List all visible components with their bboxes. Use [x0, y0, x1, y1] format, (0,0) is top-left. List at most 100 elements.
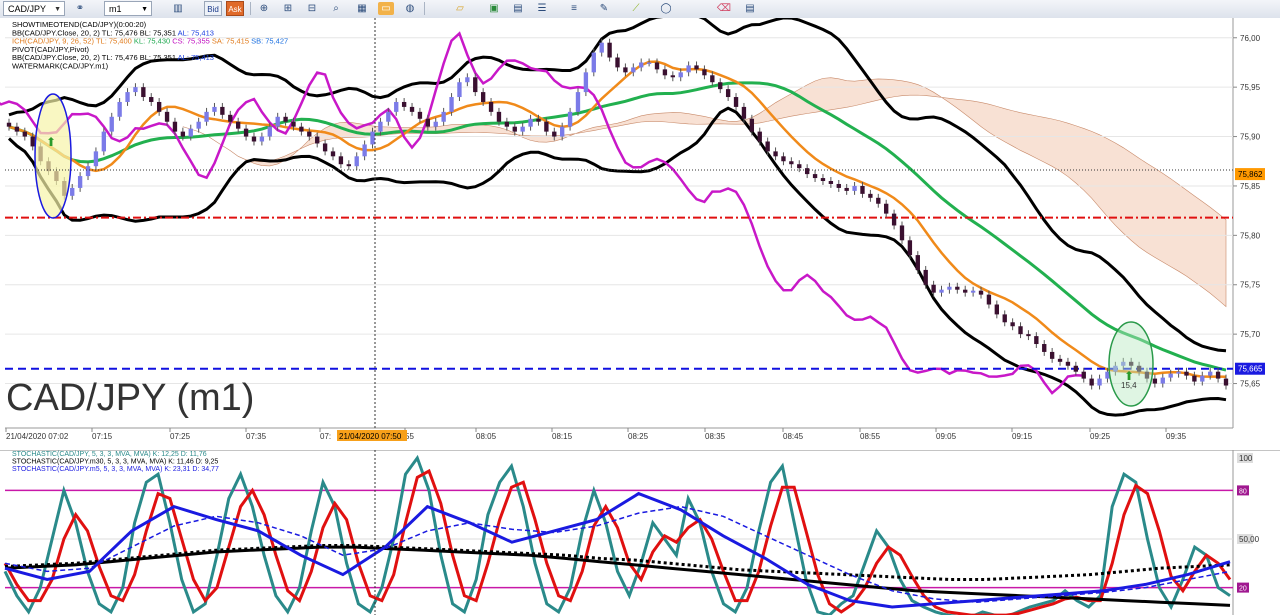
template-icon[interactable]: ▤ [510, 2, 526, 15]
candle [125, 92, 130, 102]
price-tick-label: 75,75 [1240, 281, 1261, 290]
candle [346, 164, 351, 167]
candle [149, 97, 154, 102]
candle [457, 82, 462, 98]
shape-icon[interactable]: ◯ [658, 2, 674, 15]
picture-icon[interactable]: ▣ [486, 2, 502, 15]
trendline-icon[interactable]: ⟋ [628, 2, 644, 15]
price-tick-label: 75,85 [1240, 182, 1261, 191]
toolbar-divider [250, 2, 251, 15]
lines-menu-icon[interactable]: ≡ [566, 2, 582, 15]
time-tick-label: 07: [320, 432, 331, 441]
pane-background [0, 450, 1280, 615]
candle [1160, 377, 1165, 384]
bar-chart-icon[interactable]: ▥ [170, 2, 186, 15]
candle [236, 121, 241, 129]
candle [109, 116, 114, 132]
candle [322, 143, 328, 152]
chat-icon[interactable]: ▭ [378, 2, 394, 15]
price-tick-label: 76,00 [1240, 34, 1261, 43]
candle [1192, 375, 1197, 382]
legend-item: CS: 75,355 [172, 37, 212, 46]
candle [820, 178, 826, 182]
candle [923, 269, 928, 285]
magnifier-icon[interactable]: ⌕ [328, 2, 344, 15]
candle [947, 286, 952, 290]
candle [1010, 322, 1015, 327]
candle [330, 151, 336, 157]
globe-icon[interactable]: ◍ [402, 2, 418, 15]
crosshair-time-label: 21/04/2020 07:50 [339, 432, 402, 441]
timeframe-select[interactable]: m1 ▼ [104, 1, 152, 16]
candle [852, 185, 857, 191]
price-tick-label: 75,80 [1240, 231, 1261, 240]
stoch-tick-label: 50,00 [1239, 535, 1260, 544]
candle [1097, 378, 1102, 386]
price-chart[interactable]: ⬆ ⬆ 15,4 SHOWTIMEOTEND(CAD/JPY)(0:00:20)… [0, 18, 1280, 448]
candle [741, 106, 747, 119]
level-marker-label: 80 [1239, 488, 1247, 495]
candle [639, 62, 644, 68]
candle [141, 87, 146, 98]
price-tick-label: 75,70 [1240, 330, 1261, 339]
candle [251, 136, 257, 142]
candle [22, 131, 27, 137]
zoom-in-icon[interactable]: ⊞ [280, 2, 296, 15]
candle [631, 67, 636, 73]
candle [315, 136, 320, 144]
legend-row: WATERMARK(CAD/JPY.m1) [12, 62, 109, 71]
candle [299, 126, 304, 132]
candle [686, 65, 691, 73]
indicator-icon[interactable]: ▦ [354, 2, 370, 15]
candle [599, 42, 604, 53]
candle [465, 77, 470, 83]
candle [433, 121, 438, 127]
candle [425, 118, 431, 127]
properties-icon[interactable]: ▤ [742, 2, 758, 15]
candle [797, 164, 802, 169]
ruler-icon[interactable]: ▱ [452, 2, 468, 15]
symbol-value: CAD/JPY [8, 4, 47, 14]
candle [702, 69, 707, 76]
symbol-select[interactable]: CAD/JPY ▼ [3, 1, 65, 16]
bid-button[interactable]: Bid [204, 1, 222, 16]
highlight-ellipse-blue [34, 93, 72, 219]
candle [85, 166, 91, 177]
legend-item: SB: 75,427 [251, 37, 288, 46]
pen-icon[interactable]: ✎ [596, 2, 612, 15]
candle [812, 174, 818, 179]
candle [204, 111, 209, 122]
candle [970, 290, 976, 293]
candle [575, 92, 581, 112]
candle [1176, 371, 1181, 374]
stochastic-pane[interactable]: STOCHASTIC(CAD/JPY, 5, 3, 3, MVA, MVA) K… [0, 450, 1280, 615]
candle [378, 121, 383, 132]
candle [552, 131, 557, 137]
candle [30, 136, 35, 147]
time-tick-label: 08:35 [705, 432, 726, 441]
chart-type-icon[interactable]: ⚭ [72, 2, 88, 15]
eraser-icon[interactable]: ⌫ [716, 2, 732, 15]
candle [607, 42, 612, 58]
candle [646, 62, 652, 64]
candle [370, 131, 375, 145]
candle [1208, 371, 1213, 376]
chart-watermark: CAD/JPY (m1) [6, 377, 254, 419]
time-tick-label: 08:25 [628, 432, 649, 441]
candle [1042, 344, 1047, 352]
candle [1081, 371, 1086, 379]
candle [473, 77, 478, 93]
zoom-out-icon[interactable]: ⊟ [304, 2, 320, 15]
ask-button[interactable]: Ask [226, 1, 244, 16]
legend-item: AL: 75,413 [178, 53, 214, 62]
candle [1026, 334, 1031, 337]
candle [362, 144, 367, 157]
candle [733, 97, 739, 107]
candle [828, 181, 834, 184]
candle [212, 106, 217, 112]
candle [243, 128, 249, 137]
list-icon[interactable]: ☰ [534, 2, 550, 15]
chevron-down-icon: ▼ [54, 6, 61, 13]
candle [765, 141, 770, 152]
crosshair-icon[interactable]: ⊕ [256, 2, 272, 15]
